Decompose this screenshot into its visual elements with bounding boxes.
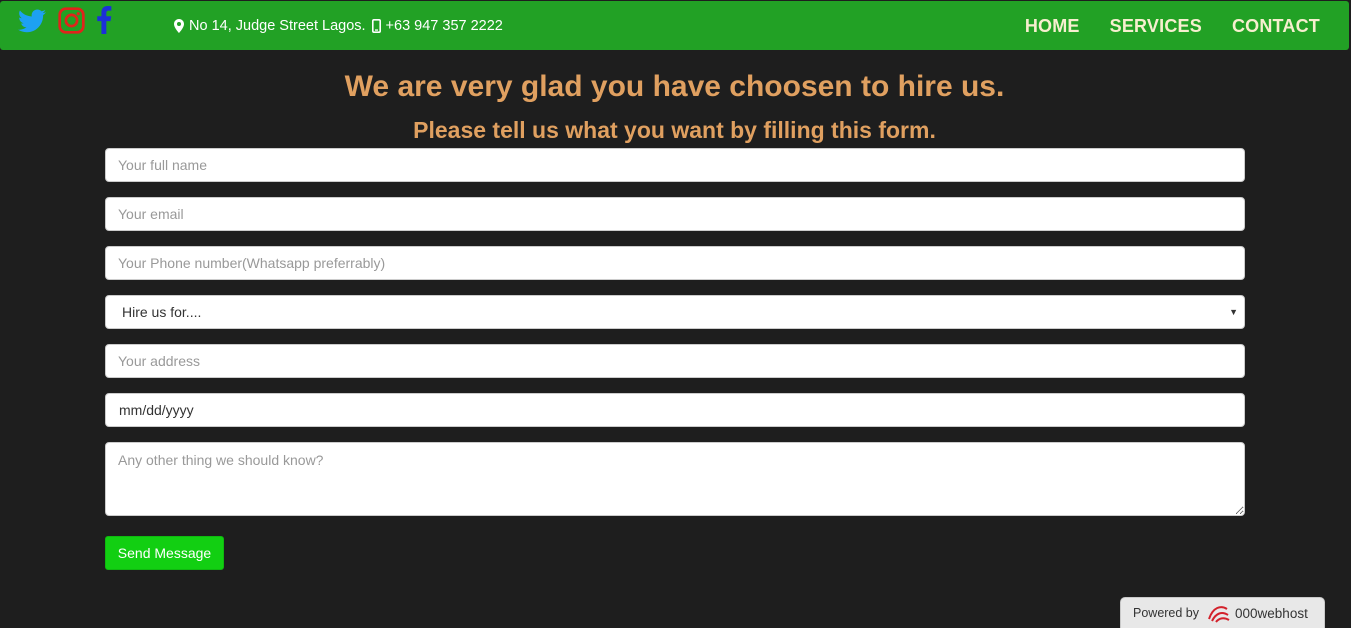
- send-message-button[interactable]: Send Message: [105, 536, 224, 570]
- email-input[interactable]: [105, 197, 1245, 231]
- instagram-icon[interactable]: [58, 7, 85, 39]
- address-text: No 14, Judge Street Lagos.: [189, 18, 366, 34]
- nav-home[interactable]: HOME: [1025, 16, 1080, 37]
- main-nav: HOME SERVICES CONTACT: [1025, 16, 1320, 37]
- twitter-icon[interactable]: [18, 9, 46, 38]
- mobile-phone-icon: [371, 19, 381, 33]
- page-subtitle: Please tell us what you want by filling …: [413, 117, 936, 143]
- message-textarea[interactable]: [105, 442, 1245, 516]
- service-select[interactable]: Hire us for.... ▼: [105, 295, 1245, 329]
- top-navigation-bar: No 14, Judge Street Lagos. +63 947 357 2…: [0, 1, 1349, 50]
- nav-contact[interactable]: CONTACT: [1232, 16, 1320, 37]
- page-title: We are very glad you have choosen to hir…: [344, 70, 1005, 103]
- phone-input[interactable]: [105, 246, 1245, 280]
- address-input[interactable]: [105, 344, 1245, 378]
- facebook-icon[interactable]: [96, 6, 112, 39]
- dropdown-arrow-icon: ▼: [1229, 307, 1238, 317]
- webhost-brand: 000webhost: [1235, 605, 1308, 621]
- powered-by-label: Powered by: [1133, 606, 1200, 620]
- contact-info: No 14, Judge Street Lagos. +63 947 357 2…: [174, 18, 503, 34]
- phone-text: +63 947 357 2222: [385, 18, 503, 34]
- service-select-value: Hire us for....: [122, 304, 202, 320]
- webhost-logo-icon: [1208, 606, 1230, 623]
- date-input-value: mm/dd/yyyy: [119, 402, 194, 418]
- nav-services[interactable]: SERVICES: [1110, 16, 1202, 37]
- powered-by-badge[interactable]: Powered by 000webhost: [1120, 597, 1325, 628]
- full-name-input[interactable]: [105, 148, 1245, 182]
- date-input[interactable]: mm/dd/yyyy: [105, 393, 1245, 427]
- map-marker-icon: [174, 19, 184, 33]
